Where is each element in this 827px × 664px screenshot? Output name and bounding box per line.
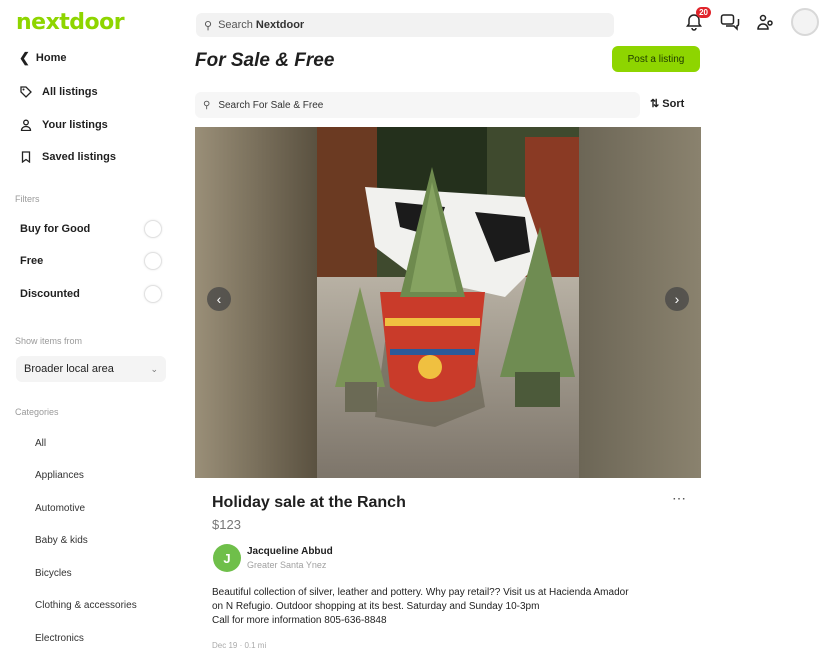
global-search-placeholder: Search bbox=[218, 19, 253, 31]
listing-title: Holiday sale at the Ranch bbox=[212, 494, 406, 511]
category-item[interactable]: Clothing & accessories bbox=[35, 600, 137, 611]
top-icons: 20 bbox=[683, 7, 819, 36]
filters-heading: Filters bbox=[15, 194, 40, 204]
description-line: Call for more information 805-636-8848 bbox=[212, 615, 387, 626]
show-items-heading: Show items from bbox=[15, 336, 83, 346]
filter-discounted[interactable]: Discounted bbox=[20, 285, 162, 303]
next-photo-button[interactable]: › bbox=[665, 287, 689, 311]
listing-search-placeholder: Search For Sale & Free bbox=[218, 99, 324, 111]
listing-meta: Dec 19 · 0.1 mi bbox=[212, 641, 267, 650]
category-item[interactable]: Automotive bbox=[35, 503, 85, 514]
seller-name[interactable]: Jacqueline Abbud bbox=[247, 546, 333, 557]
categories-heading: Categories bbox=[15, 407, 59, 417]
sidebar-item-your-listings[interactable]: Your listings bbox=[20, 119, 108, 131]
filter-label: Free bbox=[20, 255, 44, 267]
listing-image bbox=[195, 127, 701, 478]
toggle-switch[interactable] bbox=[144, 252, 162, 270]
toggle-switch[interactable] bbox=[144, 220, 162, 238]
filter-label: Discounted bbox=[20, 288, 80, 300]
notifications-button[interactable]: 20 bbox=[683, 7, 711, 33]
sidebar-item-saved-listings[interactable]: Saved listings bbox=[20, 151, 116, 163]
more-options-icon[interactable]: ⋯ bbox=[672, 490, 687, 507]
chevron-left-icon: ‹ bbox=[216, 291, 222, 307]
category-item[interactable]: Electronics bbox=[35, 633, 84, 644]
sidebar-item-label: Saved listings bbox=[42, 151, 116, 163]
chevron-right-icon: › bbox=[674, 291, 680, 307]
category-item[interactable]: Baby & kids bbox=[35, 535, 88, 546]
area-select[interactable]: Broader local area ⌄ bbox=[16, 356, 166, 382]
person-icon bbox=[20, 119, 32, 131]
sidebar-item-all-listings[interactable]: All listings bbox=[20, 86, 98, 98]
nextdoor-logo[interactable]: nextdoor bbox=[16, 10, 125, 35]
home-link[interactable]: ❮ Home bbox=[19, 50, 66, 66]
chevron-down-icon: ⌄ bbox=[150, 363, 158, 374]
sidebar-item-label: All listings bbox=[42, 86, 98, 98]
seller-location: Greater Santa Ynez bbox=[247, 560, 327, 570]
category-item[interactable]: All bbox=[35, 438, 46, 449]
sort-button[interactable]: ⇅ Sort bbox=[650, 97, 684, 110]
prev-photo-button[interactable]: ‹ bbox=[207, 287, 231, 311]
description-line: Beautiful collection of silver, leather … bbox=[212, 587, 629, 598]
area-select-value: Broader local area bbox=[24, 363, 114, 375]
seller-avatar[interactable]: J bbox=[213, 544, 241, 572]
filter-buy-for-good[interactable]: Buy for Good bbox=[20, 220, 162, 238]
chevron-left-icon: ❮ bbox=[19, 50, 30, 65]
page-title: For Sale & Free bbox=[195, 50, 335, 71]
search-icon: ⚲ bbox=[203, 99, 211, 111]
filter-free[interactable]: Free bbox=[20, 252, 162, 270]
post-listing-button[interactable]: Post a listing bbox=[612, 46, 700, 72]
listing-description: Beautiful collection of silver, leather … bbox=[212, 586, 692, 628]
notifications-badge: 20 bbox=[696, 7, 711, 18]
category-item[interactable]: Bicycles bbox=[35, 568, 72, 579]
filter-label: Buy for Good bbox=[20, 223, 91, 235]
sidebar-item-label: Your listings bbox=[42, 119, 108, 131]
description-line: on N Refugio. Outdoor shopping at its be… bbox=[212, 601, 540, 612]
global-search-input[interactable]: ⚲ Search Nextdoor bbox=[196, 13, 614, 37]
listing-card: Holiday sale at the Ranch ⋯ $123 J Jacqu… bbox=[195, 478, 701, 664]
people-icon bbox=[757, 14, 773, 30]
messages-button[interactable] bbox=[719, 11, 741, 33]
home-label: Home bbox=[35, 52, 67, 64]
sort-label: Sort bbox=[662, 98, 685, 110]
search-icon: ⚲ bbox=[204, 19, 213, 32]
chat-icon bbox=[720, 14, 740, 31]
bookmark-icon bbox=[21, 151, 31, 163]
user-avatar[interactable] bbox=[791, 8, 819, 36]
tag-icon bbox=[20, 86, 32, 98]
listing-photo[interactable]: ‹ › bbox=[195, 127, 701, 478]
connections-button[interactable] bbox=[755, 11, 777, 33]
listing-price: $123 bbox=[212, 517, 241, 532]
sort-icon: ⇅ bbox=[650, 98, 660, 110]
global-search-brand: Nextdoor bbox=[255, 19, 305, 31]
toggle-switch[interactable] bbox=[144, 285, 162, 303]
category-item[interactable]: Appliances bbox=[35, 470, 84, 481]
listing-search-input[interactable]: ⚲ Search For Sale & Free bbox=[195, 92, 640, 118]
